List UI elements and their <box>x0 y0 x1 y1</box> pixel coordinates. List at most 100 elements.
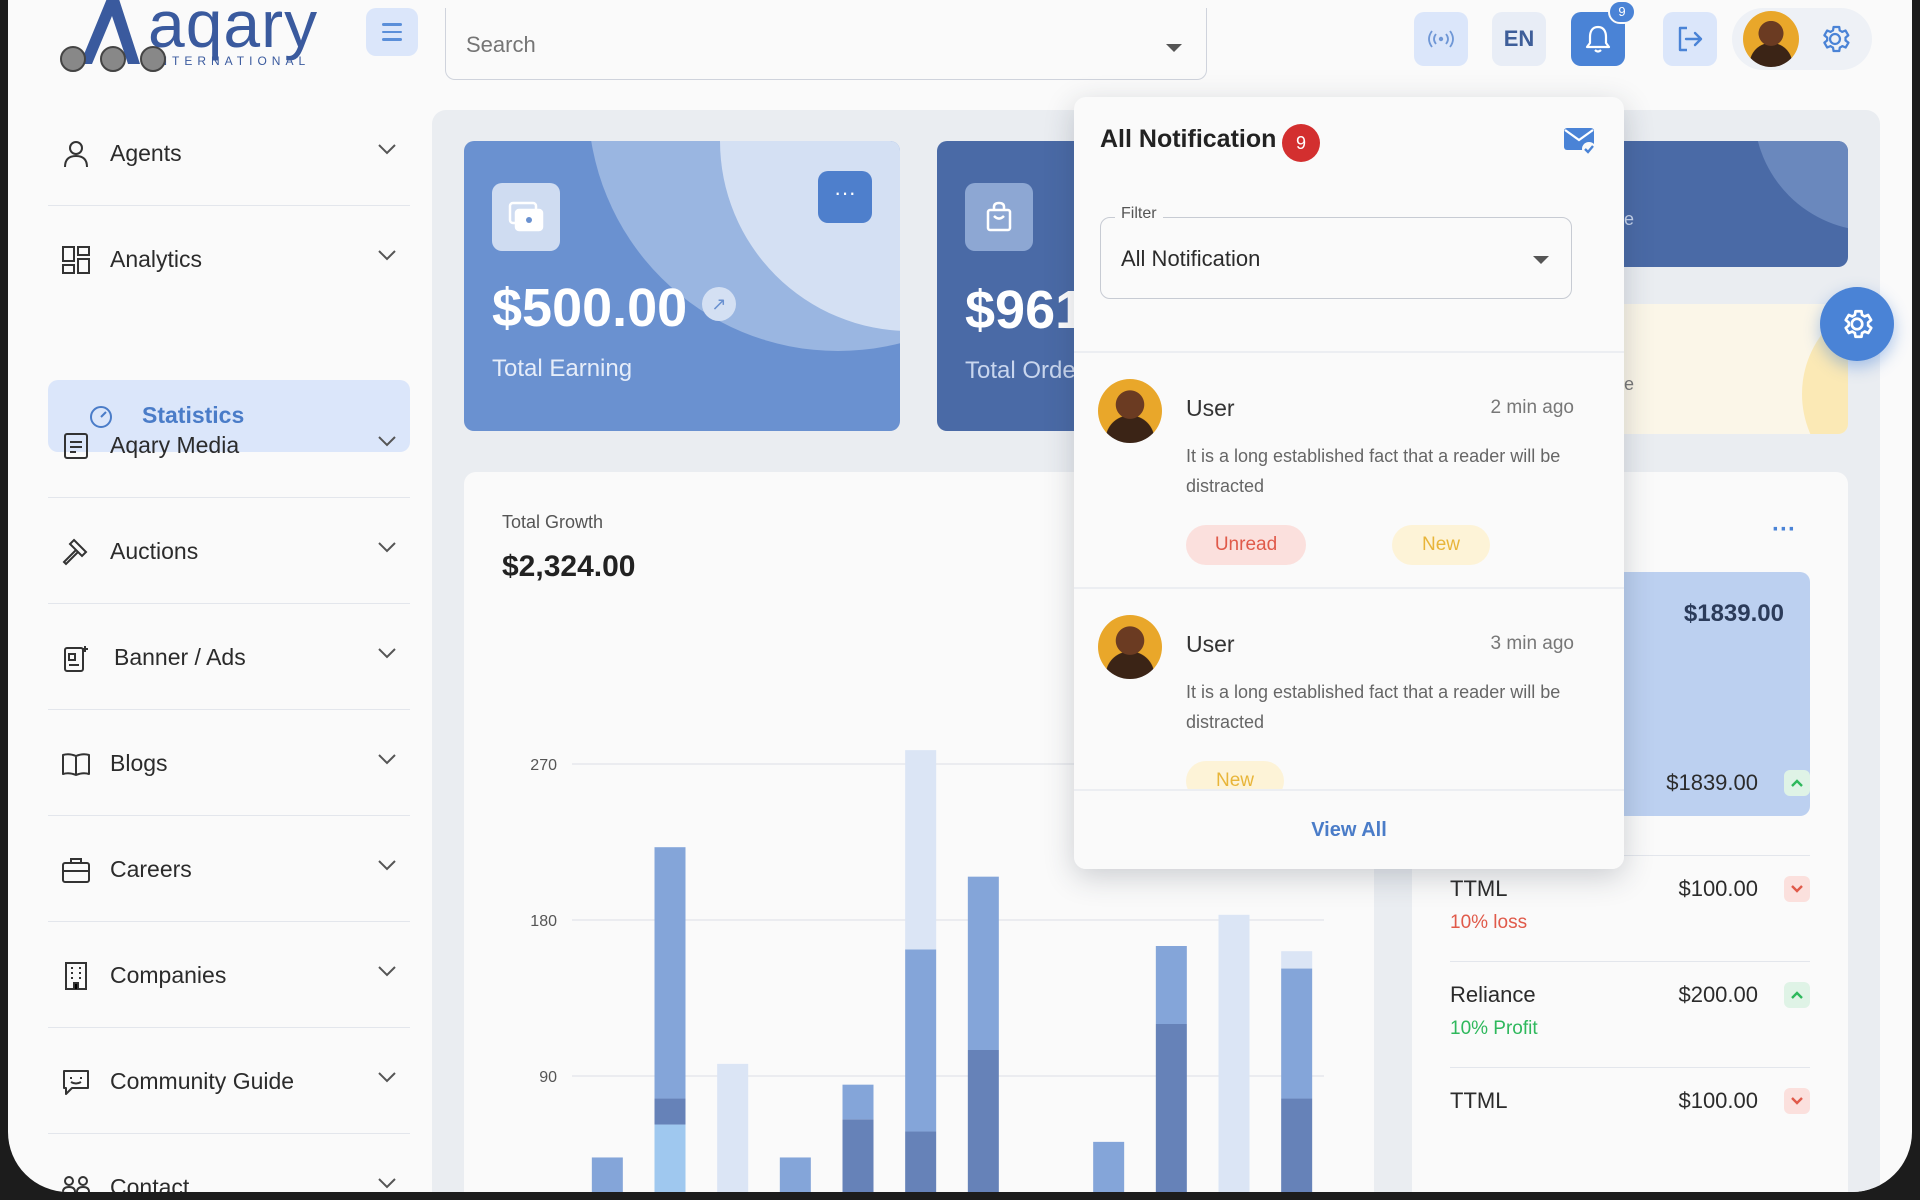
avatar <box>1098 615 1162 679</box>
stock-row[interactable]: TTML $100.00 <box>1450 1068 1810 1174</box>
order-amount: $961 <box>965 280 1086 340</box>
bar-segment <box>1281 968 1313 1099</box>
chevron-down-icon <box>378 860 396 871</box>
chevron-down-icon <box>378 144 396 155</box>
sidebar-item-label: Auctions <box>110 538 199 564</box>
sidebar-item-banner-ads[interactable]: Banner / Ads <box>48 604 410 710</box>
growth-amount: $2,324.00 <box>502 550 636 583</box>
settings-fab-button[interactable] <box>1820 287 1894 361</box>
order-label: Total Orde <box>965 357 1076 384</box>
avatar <box>1098 379 1162 443</box>
ads-icon <box>64 646 88 672</box>
logo-dot-icon <box>140 46 166 72</box>
sidebar: Agents Analytics Statistics Aqary Media … <box>48 100 410 1192</box>
earning-amount: $500.00 <box>492 278 688 338</box>
mark-all-read-icon[interactable] <box>1562 125 1598 157</box>
sidebar-item-contact[interactable]: Contact <box>48 1134 410 1192</box>
bar-segment <box>654 1124 686 1192</box>
sidebar-item-community-guide[interactable]: Community Guide <box>48 1028 410 1134</box>
chevron-down-icon <box>378 966 396 977</box>
notification-user: User <box>1186 631 1235 657</box>
sidebar-item-careers[interactable]: Careers <box>48 816 410 922</box>
logo-text: aqary <box>148 0 319 61</box>
broadcast-icon <box>1428 30 1454 48</box>
sidebar-item-label: Aqary Media <box>110 432 240 458</box>
gear-icon[interactable] <box>1818 22 1852 56</box>
y-tick-label: 90 <box>539 1069 557 1086</box>
logo-subtext: INTERNATIONAL <box>150 54 311 68</box>
stock-name: TTML <box>1450 1088 1508 1113</box>
logo-dot-icon <box>100 46 126 72</box>
logout-button[interactable] <box>1663 12 1717 66</box>
stock-name: TTML <box>1450 876 1508 901</box>
stock-row[interactable]: Reliance $200.00 10% Profit <box>1450 962 1810 1068</box>
more-options-button[interactable]: ··· <box>818 171 872 223</box>
sidebar-item-companies[interactable]: Companies <box>48 922 410 1028</box>
stock-price: $100.00 <box>1678 1088 1758 1113</box>
stock-price: $100.00 <box>1678 876 1758 901</box>
notification-message: It is a long established fact that a rea… <box>1186 682 1561 732</box>
chevron-down-icon <box>378 1178 396 1189</box>
bar-segment <box>654 1098 686 1125</box>
stock-name: Reliance <box>1450 982 1536 1007</box>
live-broadcast-button[interactable] <box>1414 12 1468 66</box>
y-tick-label: 180 <box>530 913 557 930</box>
bar-segment <box>842 1084 874 1120</box>
stat-card-label: e <box>1624 374 1635 394</box>
stat-card-dark: e <box>1624 141 1848 267</box>
bar-segment <box>779 1157 811 1192</box>
bar-segment <box>1093 1141 1125 1192</box>
bar-segment <box>654 847 686 1099</box>
bar-segment <box>1155 946 1187 1024</box>
sidebar-item-label: Community Guide <box>110 1068 295 1094</box>
bell-icon <box>1585 25 1611 53</box>
sidebar-item-label: Careers <box>110 856 192 882</box>
chevron-down-icon <box>378 436 396 447</box>
stock-chart-amount: $1839.00 <box>1683 600 1784 627</box>
chevron-down-icon <box>1533 256 1549 264</box>
sidebar-item-analytics[interactable]: Analytics Statistics <box>48 206 410 452</box>
notification-item[interactable]: User 2 min ago It is a long established … <box>1074 355 1624 591</box>
menu-toggle-button[interactable] <box>366 8 418 56</box>
contacts-icon <box>62 1176 90 1192</box>
chevron-down-icon[interactable] <box>1166 44 1182 52</box>
stock-change: 10% loss <box>1450 912 1528 933</box>
bar-segment <box>1281 1098 1313 1192</box>
sidebar-item-aqary-media[interactable]: Aqary Media <box>48 392 410 498</box>
bar-segment <box>967 1050 999 1192</box>
sidebar-item-label: Blogs <box>110 750 168 776</box>
sidebar-item-auctions[interactable]: Auctions <box>48 498 410 604</box>
notifications-popup: All Notification 9 Filter All Notificati… <box>1074 97 1624 869</box>
sidebar-item-label: Companies <box>110 962 227 988</box>
logout-icon <box>1678 26 1703 52</box>
stock-price: $200.00 <box>1678 982 1758 1007</box>
language-button[interactable]: EN <box>1492 12 1546 66</box>
notification-count-badge: 9 <box>1608 0 1636 24</box>
more-options-button[interactable]: ··· <box>1772 516 1796 544</box>
sidebar-item-agents[interactable]: Agents <box>48 100 410 206</box>
sidebar-item-label: Banner / Ads <box>114 644 246 670</box>
unread-badge: Unread <box>1186 525 1306 565</box>
sidebar-item-label: Agents <box>110 140 182 166</box>
sidebar-item-blogs[interactable]: Blogs <box>48 710 410 816</box>
bar-segment <box>1155 1024 1187 1192</box>
logo[interactable]: aqary INTERNATIONAL <box>50 0 350 72</box>
filter-label: Filter <box>1115 205 1163 223</box>
notification-filter-select[interactable]: Filter All Notification <box>1100 205 1572 299</box>
briefcase-icon <box>62 858 90 883</box>
bar-segment <box>842 1119 874 1192</box>
chevron-down-icon <box>1784 876 1810 902</box>
search-input[interactable]: Search <box>445 8 1207 80</box>
notifications-title: All Notification <box>1100 125 1277 153</box>
chevron-down-icon <box>378 542 396 553</box>
total-earning-card: ··· $500.00 ↗ Total Earning <box>464 141 900 431</box>
stock-row[interactable]: TTML $100.00 10% loss <box>1450 856 1810 962</box>
notification-message: It is a long established fact that a rea… <box>1186 446 1561 496</box>
chevron-down-icon <box>378 754 396 765</box>
view-all-link[interactable]: View All <box>1074 789 1624 869</box>
user-icon <box>64 141 88 168</box>
book-icon <box>62 753 90 776</box>
chat-icon <box>63 1070 89 1095</box>
avatar[interactable] <box>1743 11 1799 67</box>
document-icon <box>64 433 88 459</box>
